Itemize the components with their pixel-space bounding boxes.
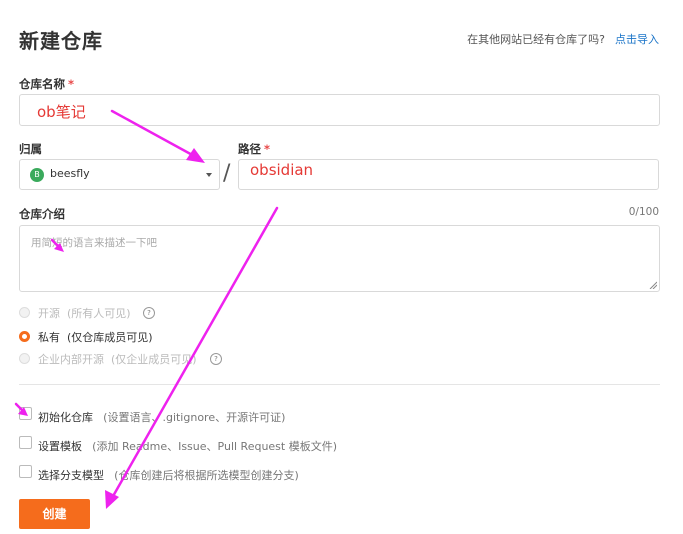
path-value: obsidian: [250, 161, 314, 179]
checkbox-template[interactable]: [19, 436, 32, 449]
annotation-arrowhead: [105, 490, 119, 509]
option-label: 企业内部开源: [38, 353, 104, 366]
radio-open-source-label: 开源 (所有人可见): [38, 305, 131, 321]
checkbox-init-repo-label: 初始化仓库 (设置语言、.gitignore、开源许可证): [38, 406, 285, 425]
option-hint: (所有人可见): [67, 307, 131, 320]
help-icon[interactable]: ?: [143, 307, 155, 319]
repo-name-input[interactable]: ob笔记: [19, 94, 660, 126]
repo-name-value: ob笔记: [37, 103, 86, 121]
checkbox-label: 选择分支模型: [38, 469, 104, 482]
path-input[interactable]: obsidian: [238, 159, 659, 190]
description-textarea[interactable]: 用简短的语言来描述一下吧: [19, 225, 660, 292]
owner-select[interactable]: B beesfly: [19, 159, 220, 190]
radio-open-source[interactable]: [19, 307, 30, 318]
import-question: 在其他网站已经有仓库了吗?: [467, 33, 605, 46]
checkbox-hint: (设置语言、.gitignore、开源许可证): [103, 411, 286, 424]
page-title: 新建仓库: [19, 29, 103, 53]
radio-private-label: 私有 (仅仓库成员可见): [38, 329, 153, 345]
option-hint: (仅企业成员可见): [111, 353, 197, 366]
required-mark: *: [68, 77, 75, 91]
create-button[interactable]: 创建: [19, 499, 90, 529]
radio-enterprise-label: 企业内部开源 (仅企业成员可见): [38, 351, 197, 367]
import-link[interactable]: 点击导入: [615, 31, 659, 47]
caret-down-icon: [206, 173, 212, 177]
repo-name-label-text: 仓库名称: [19, 77, 65, 91]
option-hint: (仅仓库成员可见): [67, 331, 153, 344]
owner-label: 归属: [19, 142, 42, 156]
checkbox-branch-model[interactable]: [19, 465, 32, 478]
checkbox-label: 设置模板: [38, 440, 82, 453]
checkbox-init-repo[interactable]: [19, 407, 32, 420]
description-placeholder: 用简短的语言来描述一下吧: [31, 237, 157, 249]
resize-handle-icon[interactable]: [649, 281, 657, 289]
checkbox-hint: (添加 Readme、Issue、Pull Request 模板文件): [92, 440, 338, 453]
radio-private[interactable]: [19, 331, 30, 342]
path-separator: /: [223, 161, 231, 186]
path-label-text: 路径: [238, 142, 261, 156]
radio-enterprise[interactable]: [19, 353, 30, 364]
repo-name-label: 仓库名称 *: [19, 76, 74, 92]
option-label: 私有: [38, 331, 60, 344]
checkbox-hint: (仓库创建后将根据所选模型创建分支): [114, 469, 299, 482]
description-label: 仓库介绍: [19, 207, 65, 221]
checkbox-template-label: 设置模板 (添加 Readme、Issue、Pull Request 模板文件): [38, 435, 337, 454]
required-mark: *: [264, 142, 271, 156]
owner-avatar: B: [30, 168, 44, 182]
checkbox-branch-model-label: 选择分支模型 (仓库创建后将根据所选模型创建分支): [38, 464, 299, 483]
help-icon[interactable]: ?: [210, 353, 222, 365]
owner-name: beesfly: [50, 167, 90, 180]
path-label: 路径 *: [238, 141, 270, 157]
divider: [19, 384, 660, 385]
option-label: 开源: [38, 307, 60, 320]
description-counter: 0/100: [628, 206, 659, 218]
checkbox-label: 初始化仓库: [38, 411, 93, 424]
